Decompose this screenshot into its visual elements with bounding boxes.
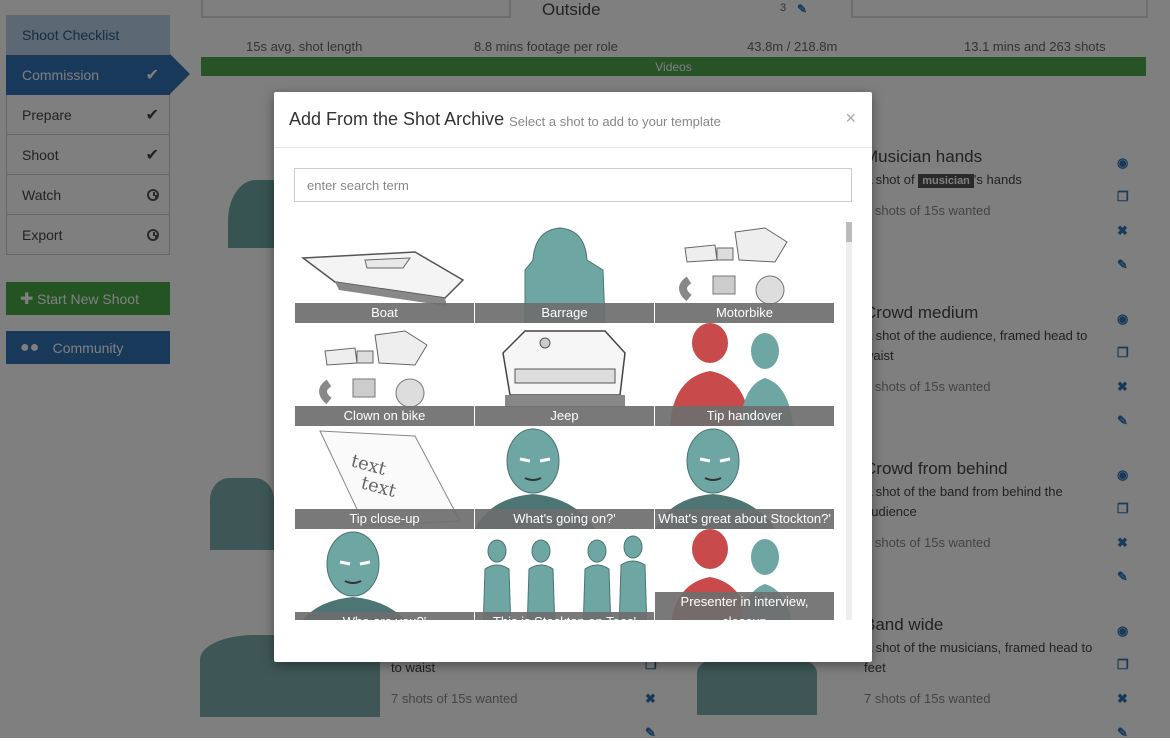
shot-label: What's great about Stockton?' (655, 509, 834, 529)
shot-grid: Boat Barrage Motorbike Clown on bike Jeep Tip… (294, 220, 834, 620)
shot-label: Barrage (475, 303, 654, 323)
shot-label: Motorbike (655, 303, 834, 323)
shot-tile[interactable]: What's great about Stockton?' (655, 426, 834, 529)
shot-label: Clown on bike (295, 406, 474, 426)
shot-archive-modal: Add From the Shot Archive Select a shot … (274, 92, 872, 662)
modal-header: Add From the Shot Archive Select a shot … (274, 92, 872, 148)
modal-subtitle: Select a shot to add to your template (509, 114, 721, 129)
shot-tile[interactable]: text text Tip close-up (295, 426, 474, 529)
shot-tile[interactable]: This is Stockton on Tees' (475, 529, 654, 620)
search-input[interactable] (294, 168, 852, 202)
shot-tile[interactable]: Presenter in interview, closeup (655, 529, 834, 620)
shot-tile[interactable]: Tip handover (655, 323, 834, 426)
shot-label: Tip close-up (295, 509, 474, 529)
shot-label: Boat (295, 303, 474, 323)
shot-label: Tip handover (655, 406, 834, 426)
shot-tile[interactable]: Barrage (475, 220, 654, 323)
shot-tile[interactable]: Boat (295, 220, 474, 323)
shot-tile[interactable]: Who are you?' (295, 529, 474, 620)
shot-label: Jeep (475, 406, 654, 426)
shot-label: What's going on?' (475, 509, 654, 529)
shot-tile[interactable]: Motorbike (655, 220, 834, 323)
scrollbar[interactable] (846, 222, 852, 620)
modal-title: Add From the Shot Archive (289, 109, 505, 129)
scrollbar-thumb[interactable] (846, 222, 852, 242)
shot-tile[interactable]: Jeep (475, 323, 654, 426)
close-icon[interactable]: × (845, 108, 856, 129)
shot-tile[interactable]: Clown on bike (295, 323, 474, 426)
shot-label: This is Stockton on Tees' (475, 612, 654, 620)
shot-label: Presenter in interview, closeup (655, 592, 834, 620)
shot-tile[interactable]: What's going on?' (475, 426, 654, 529)
shot-label: Who are you?' (295, 612, 474, 620)
